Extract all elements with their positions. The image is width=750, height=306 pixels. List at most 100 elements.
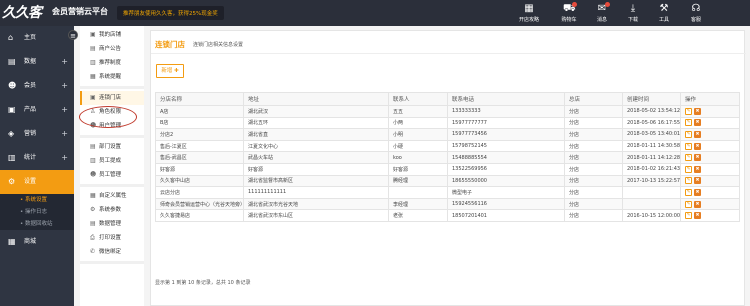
table-row[interactable]: 售后-武昌区 武昌火车站 koo 15488885554 分店 2018-01-11 14…: [155, 151, 740, 164]
sidebar-item-1[interactable]: ▤ 数据 +: [0, 50, 74, 74]
sidebar-item-4[interactable]: ◈ 营销 +: [0, 122, 74, 146]
settings-subnav: ▣ 我的店铺 ▤ 商户公告 ▥ 推荐制度 ▦ 系统提醒 ▣ 连锁门店 ♙ 角色权限 ☻ 用户管理 ▤ 部门设置…: [80, 26, 144, 306]
delete-icon[interactable]: ✖: [694, 107, 701, 115]
toolbar-tools-button[interactable]: ⚒ 工具: [649, 3, 679, 23]
edit-icon[interactable]: ✎: [685, 107, 692, 115]
edit-icon[interactable]: ✎: [685, 130, 692, 138]
toolbar-download-button[interactable]: ⤓ 下载: [618, 3, 648, 23]
table-row[interactable]: A店 湖北武汉 五五 133333333 分店 2018-05-02 13:54:12 ✎ ✖: [155, 105, 740, 118]
sidebar-item-5[interactable]: ▥ 统计 +: [0, 146, 74, 170]
subnav-item-icon: ▤: [90, 45, 96, 52]
subnav-item[interactable]: ⚙ 系统参数: [80, 203, 144, 217]
subnav-item[interactable]: ▦ 自定义属性: [80, 189, 144, 203]
subnav-item[interactable]: ▥ 员工提成: [80, 154, 144, 168]
table-cell: [388, 186, 448, 199]
delete-icon[interactable]: ✖: [694, 188, 701, 196]
subnav-item[interactable]: ▣ 我的店铺: [80, 28, 144, 42]
edit-icon[interactable]: ✎: [685, 154, 692, 162]
header-divider: [151, 53, 746, 54]
delete-icon[interactable]: ✖: [694, 177, 701, 185]
sidebar-item-icon: ▤: [8, 57, 16, 66]
subnav-item[interactable]: ▤ 数据管理: [80, 217, 144, 231]
table-row[interactable]: B店 湖北五环 小两 15977777777 分店 2018-05-06 16:17:55…: [155, 116, 740, 130]
sidebar-item-3[interactable]: ▣ 产品 +: [0, 98, 74, 122]
subnav-item-icon: ▤: [90, 220, 96, 227]
expand-plus-icon[interactable]: +: [61, 122, 68, 146]
page-subtitle: 连锁门店相关信息设置: [193, 42, 244, 48]
table-cell: 2017-10-13 15:22:57: [622, 174, 681, 188]
edit-icon[interactable]: ✎: [685, 142, 692, 150]
sidebar-item-icon: ⌂: [8, 33, 14, 42]
expand-plus-icon[interactable]: +: [61, 74, 68, 98]
edit-icon[interactable]: ✎: [685, 119, 692, 127]
delete-icon[interactable]: ✖: [694, 142, 701, 150]
delete-icon[interactable]: ✖: [694, 200, 701, 208]
table-row[interactable]: 久久客中山店 湖北省监督市高新区 腾经理 18655550000 分店 2017-10-1…: [155, 174, 740, 188]
sidebar-item-0[interactable]: ⌂ 主页: [0, 26, 74, 50]
table-cell: 2018-01-11 14:30:58: [622, 139, 681, 153]
expand-plus-icon[interactable]: +: [61, 98, 68, 122]
sidebar-item-2[interactable]: ☻ 会员 +: [0, 74, 74, 98]
column-header: 分店名称: [155, 92, 244, 106]
table-row[interactable]: 师奇会员营销运营中心（光谷天地旁） 湖北省武汉市光谷天地 李经理 1592455611…: [155, 197, 740, 211]
subnav-item[interactable]: ⎙ 打印设置: [80, 231, 144, 245]
edit-icon[interactable]: ✎: [685, 188, 692, 196]
subnav-item[interactable]: ✆ 微信绑定: [80, 245, 144, 259]
sidebar-subitem-2[interactable]: • 数据回收站: [0, 218, 74, 230]
column-header: 地址: [243, 92, 389, 106]
edit-icon[interactable]: ✎: [685, 177, 692, 185]
sidebar-subitem-1[interactable]: • 操作日志: [0, 206, 74, 218]
app-title: 会员营销云平台: [52, 7, 108, 16]
subnav-item[interactable]: ▤ 部门设置: [80, 140, 144, 154]
toolbar-mail-button[interactable]: ✉ 消息: [587, 2, 617, 23]
subnav-item[interactable]: ▦ 系统提醒: [80, 70, 144, 84]
sidebar-item-7[interactable]: ▦ 商城: [0, 230, 74, 254]
table-cell: koo: [388, 151, 448, 164]
edit-icon[interactable]: ✎: [685, 212, 692, 220]
toolbar-cart-button[interactable]: ⛟ 购物车: [554, 2, 584, 23]
subnav-item-label: 自定义属性: [99, 193, 127, 199]
table-cell: 分店2: [155, 128, 244, 141]
sidebar-toggle-icon[interactable]: ≡: [68, 30, 78, 40]
table-row[interactable]: 云店分店 111111111111 微型电子 分店 ✎ ✖: [155, 186, 740, 199]
subnav-item-label: 推荐制度: [99, 60, 122, 66]
table-row[interactable]: 久久客捷易店 湖北省武汉市东山区 老张 18507201401 分店 2016-10-15…: [155, 209, 740, 222]
subnav-item-label: 商户公告: [99, 46, 122, 52]
table-cell: 分店: [564, 209, 623, 222]
sidebar-item-6[interactable]: ⚙ 设置: [0, 170, 74, 194]
subnav-item[interactable]: ▤ 商户公告: [80, 42, 144, 56]
sidebar-item-label: 营销: [24, 130, 37, 137]
toolbar-store-button[interactable]: ▦ 开店攻略: [514, 3, 544, 23]
table-row[interactable]: 售后-江夏区 江夏文化中心 小硬 15798752145 分店 2018-01-11 14…: [155, 139, 740, 153]
add-store-button[interactable]: 新增 ✚: [156, 64, 184, 78]
table-row[interactable]: 好客源 好客源 好客源 13522569956 分店 2018-01-02 16:21:4…: [155, 162, 740, 176]
delete-icon[interactable]: ✖: [694, 154, 701, 162]
toolbar-service-button[interactable]: ☊ 客服: [681, 3, 711, 23]
subnav-item-label: 微信绑定: [99, 249, 122, 255]
service-icon: ☊: [691, 3, 701, 14]
table-cell: 江夏文化中心: [243, 139, 389, 153]
sidebar-item-label: 主页: [24, 34, 37, 41]
delete-icon[interactable]: ✖: [694, 130, 701, 138]
subnav-item[interactable]: ▣ 连锁门店: [80, 91, 144, 105]
subnav-item[interactable]: ▥ 推荐制度: [80, 56, 144, 70]
table-row[interactable]: 分店2 湖北省直 小明 15977773456 分店 2018-03-05 13:40:0…: [155, 128, 740, 141]
subnav-item-icon: ▦: [90, 73, 96, 80]
table-cell: 111111111111: [243, 186, 389, 199]
delete-icon[interactable]: ✖: [694, 119, 701, 127]
sidebar-item-label: 产品: [24, 106, 37, 113]
sidebar-item-label: 商城: [24, 238, 37, 245]
expand-plus-icon[interactable]: +: [61, 146, 68, 170]
delete-icon[interactable]: ✖: [694, 212, 701, 220]
expand-plus-icon[interactable]: +: [61, 50, 68, 74]
subnav-item[interactable]: ☻ 员工管理: [80, 168, 144, 182]
edit-icon[interactable]: ✎: [685, 200, 692, 208]
table-cell: 分店: [564, 139, 623, 153]
app-logo: 久久客: [2, 5, 42, 21]
delete-icon[interactable]: ✖: [694, 165, 701, 173]
column-header: 总店: [564, 92, 623, 106]
promo-banner[interactable]: 推荐朋友使用久久客，获得25%现金奖: [117, 6, 224, 20]
edit-icon[interactable]: ✎: [685, 165, 692, 173]
sidebar-subitem-0[interactable]: • 系统设置: [0, 194, 74, 206]
table-cell: [622, 197, 681, 211]
